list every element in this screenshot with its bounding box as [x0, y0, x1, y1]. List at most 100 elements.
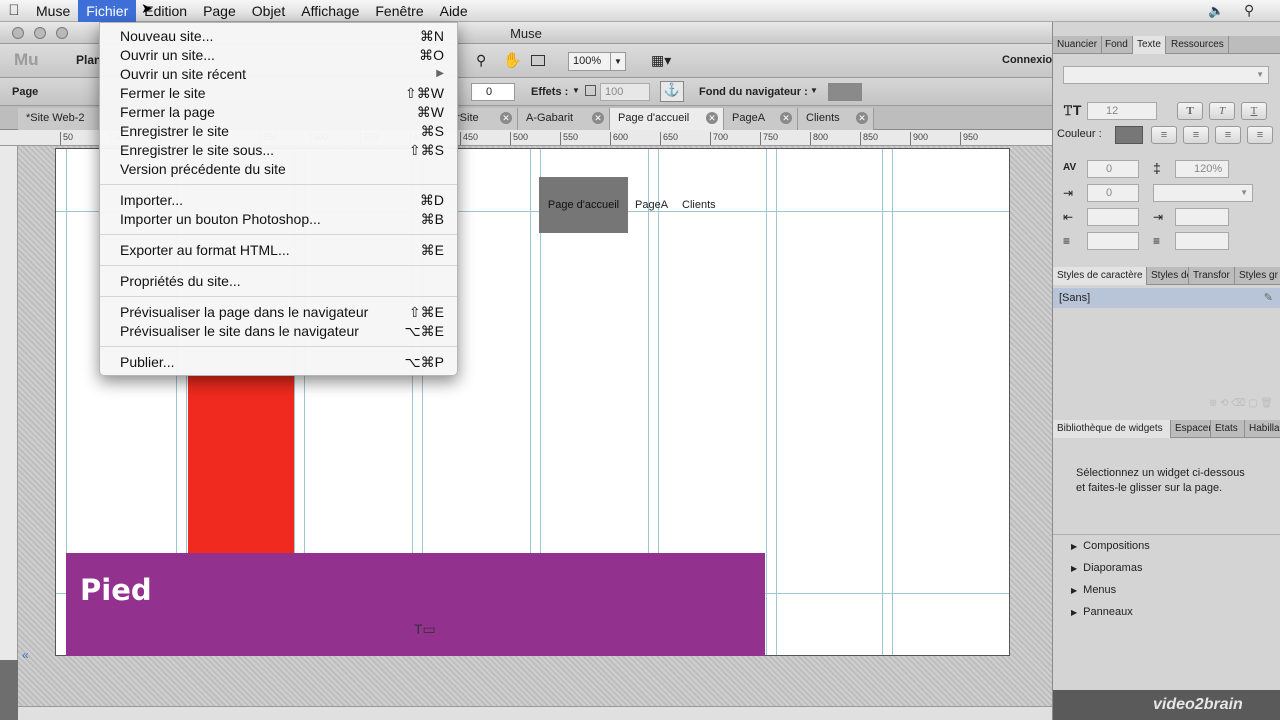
style-panel-actions[interactable]: ⊕ ⟲ ⌫ ▢ 🗑: [1053, 398, 1280, 414]
font-size-input[interactable]: 12: [1087, 102, 1157, 120]
tab-site-web[interactable]: *Site Web-2: [18, 108, 103, 130]
file-menu-item[interactable]: Ouvrir un site... ⌘O: [100, 46, 457, 65]
tab-clients[interactable]: Clients ✕: [798, 108, 874, 130]
zoom-select[interactable]: 100% ▼: [568, 52, 626, 71]
chevron-down-icon[interactable]: ▼: [810, 86, 818, 95]
widget-hint: Sélectionnez un widget ci-dessous et fai…: [1076, 467, 1245, 494]
vertical-ruler[interactable]: [0, 146, 18, 660]
spotlight-search-icon[interactable]: ⚲: [1244, 2, 1254, 19]
close-icon[interactable]: ✕: [592, 112, 604, 124]
preview-mode-icon[interactable]: ▦▾: [651, 52, 671, 69]
bold-button[interactable]: T: [1177, 102, 1203, 120]
tracking-input[interactable]: 0: [1087, 160, 1139, 178]
style-item-label: [Sans]: [1059, 292, 1091, 304]
menu-affichage[interactable]: Affichage: [293, 0, 367, 22]
file-menu-item[interactable]: Prévisualiser la page dans le navigateur…: [100, 303, 457, 322]
footer-block[interactable]: Pied T▭: [66, 553, 765, 656]
close-icon[interactable]: ✕: [500, 112, 512, 124]
file-menu-item[interactable]: Nouveau site... ⌘N: [100, 27, 457, 46]
widget-category-menus[interactable]: ▶ Menus: [1071, 584, 1116, 596]
underline-button[interactable]: T: [1241, 102, 1267, 120]
paragraph-select[interactable]: ▼: [1153, 184, 1253, 202]
opacity-input[interactable]: 100: [600, 83, 650, 101]
file-menu-item[interactable]: Fermer la page ⌘W: [100, 103, 457, 122]
chevron-down-icon[interactable]: ▼: [572, 86, 580, 95]
tab-site[interactable]: rSite ✕: [448, 108, 518, 130]
close-icon[interactable]: ✕: [780, 112, 792, 124]
file-menu-item[interactable]: Enregistrer le site sous... ⇧⌘S: [100, 141, 457, 160]
menu-separator: [100, 184, 457, 185]
align-left-icon[interactable]: ≡: [1151, 126, 1177, 144]
tracking-icon: AV: [1063, 162, 1077, 173]
font-family-select[interactable]: ▼: [1063, 66, 1269, 84]
tab-label: A-Gabarit: [526, 112, 574, 124]
plan-mode-button[interactable]: Plan: [76, 53, 101, 67]
tab-transformer[interactable]: Transfor: [1189, 267, 1235, 285]
file-menu-item[interactable]: Version précédente du site: [100, 160, 457, 179]
tab-styles-paragraphe[interactable]: Styles de: [1147, 267, 1189, 285]
widget-category-diaporamas[interactable]: ▶ Diaporamas: [1071, 562, 1142, 574]
file-menu-item[interactable]: Ouvrir un site récent ▶: [100, 65, 457, 84]
italic-button[interactable]: T: [1209, 102, 1235, 120]
left-indent-input[interactable]: [1087, 208, 1139, 226]
collapse-arrows-icon[interactable]: «: [22, 648, 29, 662]
tab-fond[interactable]: Fond: [1101, 36, 1133, 54]
zoom-tool-icon[interactable]: ⚲: [476, 52, 486, 69]
connexion-link[interactable]: Connexio: [1002, 54, 1052, 66]
close-icon[interactable]: ✕: [856, 112, 868, 124]
align-right-icon[interactable]: ≡: [1215, 126, 1241, 144]
space-before-input[interactable]: [1087, 232, 1139, 250]
file-menu-item[interactable]: Enregistrer le site ⌘S: [100, 122, 457, 141]
apple-icon[interactable]: : [0, 2, 28, 19]
nav-item[interactable]: PageA: [635, 199, 668, 211]
font-size-icon: 𝚃T: [1063, 102, 1082, 118]
tab-pagea[interactable]: PageA ✕: [724, 108, 798, 130]
nav-item[interactable]: Clients: [682, 199, 716, 211]
menu-fichier[interactable]: Fichier: [78, 0, 137, 22]
hand-tool-icon[interactable]: ✋: [503, 51, 522, 69]
tab-etats[interactable]: Etats: [1211, 420, 1245, 438]
brush-icon[interactable]: ✎: [1264, 288, 1273, 308]
style-item-sans[interactable]: [Sans] ✎: [1053, 288, 1280, 308]
anchor-icon[interactable]: ⚓: [660, 81, 684, 102]
file-menu-item[interactable]: Publier... ⌥⌘P: [100, 353, 457, 372]
file-menu-item[interactable]: Fermer le site ⇧⌘W: [100, 84, 457, 103]
align-center-icon[interactable]: ≡: [1183, 126, 1209, 144]
space-after-input[interactable]: [1175, 232, 1229, 250]
widget-category-panneaux[interactable]: ▶ Panneaux: [1071, 606, 1133, 618]
nav-item-active[interactable]: Page d'accueil: [539, 177, 628, 233]
tab-texte[interactable]: Texte: [1133, 36, 1166, 54]
tab-styles-caractere[interactable]: Styles de caractère: [1053, 267, 1147, 285]
leading-input[interactable]: 120%: [1175, 160, 1229, 178]
close-icon[interactable]: ✕: [706, 112, 718, 124]
browser-fill-swatch[interactable]: [828, 83, 862, 101]
file-menu-item[interactable]: Propriétés du site...: [100, 272, 457, 291]
indent-input[interactable]: 0: [1087, 184, 1139, 202]
tab-ressources[interactable]: Ressources: [1167, 36, 1229, 54]
right-indent-input[interactable]: [1175, 208, 1229, 226]
text-color-swatch[interactable]: [1115, 126, 1143, 144]
tab-gabarit[interactable]: A-Gabarit ✕: [518, 108, 610, 130]
file-menu-item[interactable]: Importer... ⌘D: [100, 191, 457, 210]
tab-bibliotheque-widgets[interactable]: Bibliothèque de widgets: [1053, 420, 1171, 438]
file-menu-item[interactable]: Prévisualiser le site dans le navigateur…: [100, 322, 457, 341]
volume-icon[interactable]: 🔈: [1208, 3, 1224, 19]
rectangle-tool-icon[interactable]: [531, 55, 545, 66]
tab-styles-graphiques[interactable]: Styles gr: [1235, 267, 1280, 285]
menu-item-label: Exporter au format HTML...: [120, 242, 290, 258]
justify-icon[interactable]: ≡: [1247, 126, 1273, 144]
tab-page-accueil[interactable]: Page d'accueil ✕: [610, 108, 724, 130]
file-menu-item[interactable]: Importer un bouton Photoshop... ⌘B: [100, 210, 457, 229]
menu-page[interactable]: Page: [195, 0, 244, 22]
spacing-input[interactable]: 0: [471, 83, 515, 101]
widget-category-compositions[interactable]: ▶ Compositions: [1071, 540, 1150, 552]
tab-habillage[interactable]: Habilla: [1245, 420, 1280, 438]
tab-espacement[interactable]: Espacer: [1171, 420, 1211, 438]
tab-nuancier[interactable]: Nuancier: [1053, 36, 1103, 54]
menu-fenetre[interactable]: Fenêtre: [367, 0, 431, 22]
menu-objet[interactable]: Objet: [244, 0, 293, 22]
menu-muse[interactable]: Muse: [28, 0, 78, 22]
menu-aide[interactable]: Aide: [432, 0, 476, 22]
file-menu-item[interactable]: Exporter au format HTML... ⌘E: [100, 241, 457, 260]
horizontal-scrollbar[interactable]: [18, 706, 1052, 720]
